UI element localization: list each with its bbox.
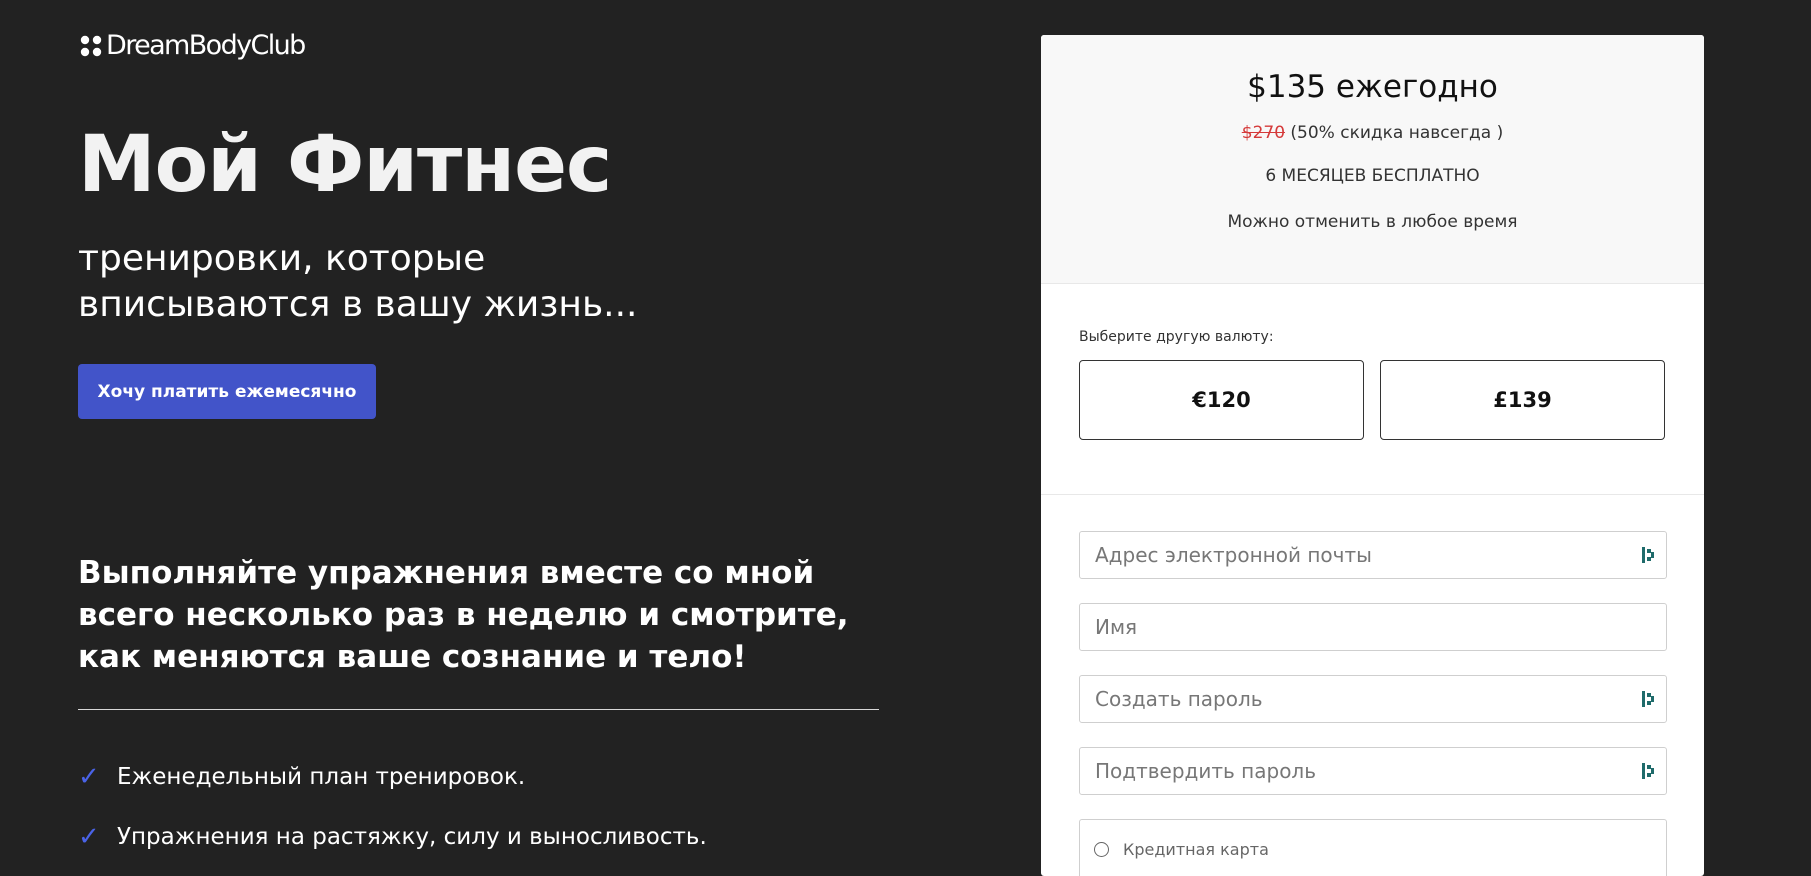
section-divider bbox=[78, 709, 879, 710]
name-field-wrapper bbox=[1079, 603, 1667, 651]
password-manager-icon[interactable] bbox=[1641, 690, 1655, 708]
discount-note: (50% скидка навсегда ) bbox=[1290, 123, 1504, 143]
payment-option-credit-card[interactable]: Кредитная карта bbox=[1079, 819, 1667, 876]
feature-list: ✓ Еженедельный план тренировок. ✓ Упражн… bbox=[78, 762, 707, 876]
hero-subtitle: тренировки, которые вписываются в вашу ж… bbox=[78, 238, 638, 325]
currency-label: Выберите другую валюту: bbox=[1079, 329, 1274, 345]
name-field[interactable] bbox=[1079, 603, 1667, 651]
brand-logo[interactable]: DreamBodyClub bbox=[79, 30, 306, 61]
checkmark-icon: ✓ bbox=[78, 762, 100, 792]
password-manager-icon[interactable] bbox=[1641, 762, 1655, 780]
signup-card: $135 ежегодно $270 (50% скидка навсегда … bbox=[1041, 35, 1704, 876]
feature-text: Упражнения на растяжку, силу и выносливо… bbox=[117, 824, 707, 850]
cancel-note: Можно отменить в любое время bbox=[1227, 212, 1518, 232]
feature-item: ✓ Еженедельный план тренировок. bbox=[78, 762, 707, 792]
promo-heading: Выполняйте упражнения вместе со мной все… bbox=[78, 555, 849, 675]
email-field[interactable] bbox=[1079, 531, 1667, 579]
signup-form: Кредитная карта bbox=[1041, 495, 1704, 876]
password-manager-icon[interactable] bbox=[1641, 546, 1655, 564]
currency-options: €120 £139 bbox=[1079, 360, 1666, 440]
old-price: $270 bbox=[1241, 123, 1286, 143]
currency-gbp-button[interactable]: £139 bbox=[1380, 360, 1665, 440]
discount-line: $270 (50% скидка навсегда ) bbox=[1041, 123, 1704, 143]
pay-monthly-button[interactable]: Хочу платить ежемесячно bbox=[78, 364, 376, 419]
currency-section: Выберите другую валюту: €120 £139 bbox=[1041, 284, 1704, 495]
free-months-note: 6 МЕСЯЦЕВ БЕСПЛАТНО bbox=[1265, 166, 1480, 186]
annual-price: $135 ежегодно bbox=[1247, 69, 1498, 105]
dreambodyclub-logo-icon bbox=[80, 35, 102, 56]
password-field-wrapper bbox=[1079, 675, 1667, 723]
page-title: Мой Фитнес bbox=[78, 120, 612, 210]
currency-eur-button[interactable]: €120 bbox=[1079, 360, 1364, 440]
feature-text: Еженедельный план тренировок. bbox=[117, 764, 526, 790]
password-field[interactable] bbox=[1079, 675, 1667, 723]
confirm-password-field-wrapper bbox=[1079, 747, 1667, 795]
payment-option-label: Кредитная карта bbox=[1123, 839, 1269, 859]
credit-card-radio[interactable] bbox=[1094, 841, 1109, 857]
brand-name: DreamBodyClub bbox=[106, 30, 306, 61]
email-field-wrapper bbox=[1079, 531, 1667, 579]
pricing-summary: $135 ежегодно $270 (50% скидка навсегда … bbox=[1041, 35, 1704, 284]
checkmark-icon: ✓ bbox=[78, 822, 100, 852]
feature-item: ✓ Упражнения на растяжку, силу и выносли… bbox=[78, 822, 707, 852]
confirm-password-field[interactable] bbox=[1079, 747, 1667, 795]
